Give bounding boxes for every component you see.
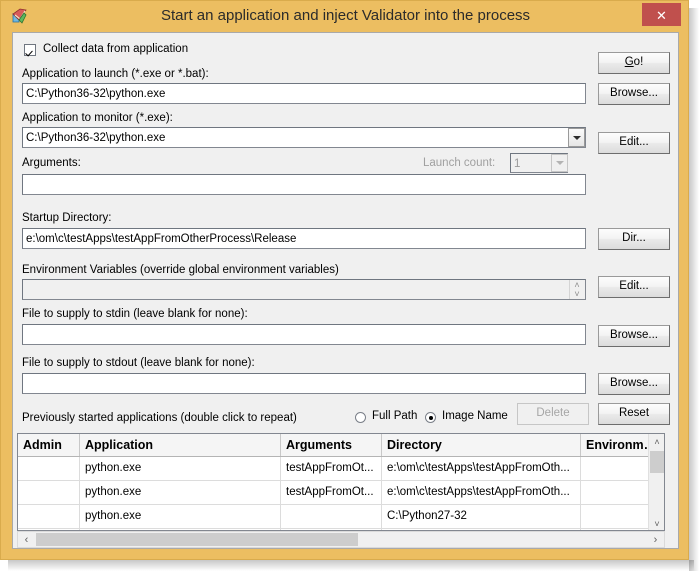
table-header-admin[interactable]: Admin [18,434,80,456]
history-label: Previously started applications (double … [22,412,297,424]
env-vars-spinner[interactable]: ˄ ˅ [569,280,584,299]
title-bar: Start an application and inject Validato… [1,1,690,30]
stdin-file-label: File to supply to stdin (leave blank for… [22,308,248,320]
table-cell-admin [18,457,80,480]
chevron-up-icon: ˄ [574,279,580,290]
dialog-client-area: Collect data from application Applicatio… [12,32,679,549]
window-title: Start an application and inject Validato… [160,7,531,24]
startup-dir-label: Startup Directory: [22,212,112,224]
application-window: Start an application and inject Validato… [0,0,689,560]
scroll-up-icon[interactable]: ˄ [649,434,664,450]
image-name-radio[interactable] [425,412,436,423]
table-cell-admin [18,481,80,504]
collect-data-label: Collect data from application [43,43,189,55]
edit-monitor-button[interactable]: Edit... [598,132,670,154]
table-cell-directory: C:\Python27-32 [382,505,581,528]
edit-env-button[interactable]: Edit... [598,276,670,298]
chevron-down-icon [555,161,564,165]
table-cell-application: python.exe [80,481,281,504]
table-row[interactable]: python.exe C:\Python27-32 [18,505,664,529]
table-cell-arguments: testAppFromOt... [281,457,382,480]
go-button-label: Go! [625,57,644,69]
table-header-application[interactable]: Application [80,434,281,456]
startup-dir-input[interactable]: e:\om\c\testApps\testAppFromOtherProcess… [22,228,586,249]
dir-startup-button[interactable]: Dir... [598,228,670,250]
vertical-scroll-thumb[interactable] [650,451,664,473]
app-launch-label: Application to launch (*.exe or *.bat): [22,68,209,80]
table-cell-directory: e:\om\c\testApps\testAppFromOth... [382,457,581,480]
browse-stdout-button[interactable]: Browse... [598,373,670,395]
table-cell-application: python.exe [80,457,281,480]
launch-count-dropdown-arrow [551,154,568,172]
window-shadow-right [689,8,699,571]
env-vars-input[interactable] [22,279,586,300]
full-path-label: Full Path [372,410,418,422]
launch-count-label: Launch count: [423,157,496,169]
scroll-right-icon[interactable]: › [647,532,664,547]
table-header-arguments[interactable]: Arguments [281,434,382,456]
arguments-input[interactable] [22,174,586,195]
table-row[interactable]: python.exe testAppFromOt... e:\om\c\testAp… [18,457,664,481]
app-monitor-dropdown-arrow[interactable] [568,128,585,147]
horizontal-scroll-thumb[interactable] [36,533,358,546]
go-accel-letter: G [624,56,634,69]
chevron-down-icon: ˅ [574,289,580,300]
reset-button[interactable]: Reset [598,403,670,425]
image-name-label: Image Name [442,410,508,422]
table-row[interactable]: python.exe testAppFromOt... e:\om\c\testAp… [18,481,664,505]
delete-button: Delete [517,403,589,425]
browse-stdin-button[interactable]: Browse... [598,325,670,347]
scroll-left-icon[interactable]: ‹ [18,532,35,547]
stdin-file-input[interactable] [22,324,586,345]
history-table[interactable]: Admin Application Arguments Directory Enviro… [17,433,665,531]
chevron-down-icon [572,135,581,140]
browse-launch-button[interactable]: Browse... [598,83,670,105]
scroll-down-icon[interactable]: ˅ [649,516,664,530]
table-cell-arguments [281,505,382,528]
close-icon[interactable]: ✕ [642,3,681,26]
table-cell-arguments: testAppFromOt... [281,481,382,504]
arguments-label: Arguments: [22,157,81,169]
table-cell-directory: e:\om\c\testApps\testAppFromOth... [382,481,581,504]
stdout-file-input[interactable] [22,373,586,394]
table-cell-application: python.exe [80,505,281,528]
collect-data-checkbox[interactable] [24,44,36,56]
app-monitor-label: Application to monitor (*.exe): [22,112,173,124]
window-shadow-bottom [8,560,694,571]
go-button[interactable]: Go! [598,52,670,74]
table-header-directory[interactable]: Directory [382,434,581,456]
env-vars-label: Environment Variables (override global e… [22,264,339,276]
app-monitor-input[interactable]: C:\Python36-32\python.exe [22,127,586,148]
table-cell-admin [18,505,80,528]
go-rest-label: o! [633,56,644,69]
screenshot-root: Start an application and inject Validato… [0,0,699,571]
table-horizontal-scrollbar[interactable]: ‹ › [17,531,665,548]
stdout-file-label: File to supply to stdout (leave blank fo… [22,357,255,369]
table-header-row: Admin Application Arguments Directory Enviro… [18,434,664,457]
full-path-radio[interactable] [355,412,366,423]
app-launch-input[interactable]: C:\Python36-32\python.exe [22,83,586,104]
table-vertical-scrollbar[interactable]: ˄ ˅ [648,434,664,530]
